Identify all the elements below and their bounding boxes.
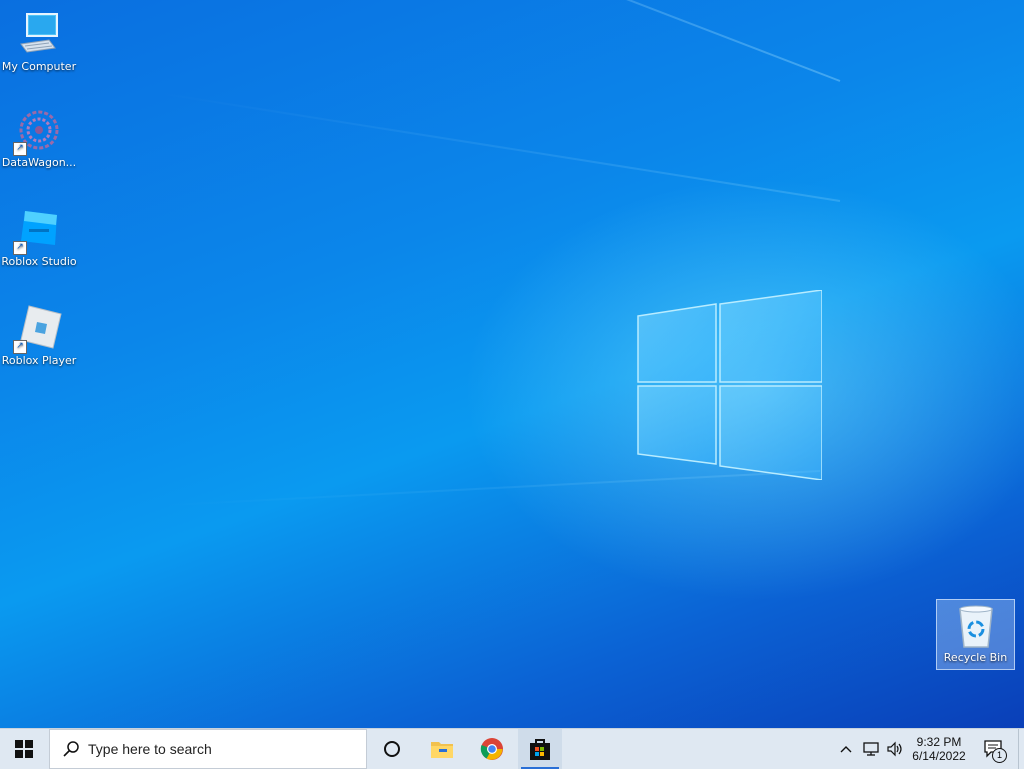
- clock-button[interactable]: 9:32 PM 6/14/2022: [908, 729, 970, 769]
- desktop: My Computer ↗ DataWagon... ↗ Roblox Stud…: [0, 0, 1024, 728]
- microsoft-store-button[interactable]: [518, 729, 562, 769]
- chrome-icon: [480, 738, 503, 760]
- cortana-circle-icon: [384, 741, 400, 757]
- action-center-button[interactable]: 1: [976, 729, 1010, 769]
- search-placeholder: Type here to search: [88, 741, 212, 757]
- show-hidden-icons-button[interactable]: [836, 729, 856, 769]
- desktop-icon-label: Roblox Studio: [1, 255, 77, 268]
- roblox-studio-icon: ↗: [13, 205, 63, 255]
- network-icon: [863, 742, 879, 756]
- file-explorer-button[interactable]: [418, 729, 466, 769]
- start-button[interactable]: [0, 729, 48, 769]
- cortana-button[interactable]: [368, 729, 416, 769]
- network-button[interactable]: [860, 729, 882, 769]
- taskbar: Type here to search 9:32 PM 6/14/2022 1: [0, 728, 1024, 769]
- folder-icon: [431, 742, 453, 758]
- chevron-up-icon: [840, 746, 852, 753]
- windows-start-icon: [15, 740, 33, 758]
- chrome-button[interactable]: [468, 729, 516, 769]
- shortcut-arrow-icon: ↗: [13, 241, 27, 255]
- shortcut-arrow-icon: ↗: [13, 340, 27, 354]
- datawagon-icon: ↗: [13, 106, 63, 156]
- wallpaper-beam: [158, 92, 841, 202]
- search-input[interactable]: Type here to search: [49, 729, 367, 769]
- roblox-player-icon: ↗: [13, 304, 63, 354]
- clock-date: 6/14/2022: [912, 749, 966, 763]
- notification-count-badge: 1: [992, 748, 1007, 763]
- show-desktop-button[interactable]: [1018, 729, 1024, 769]
- volume-button[interactable]: [884, 729, 906, 769]
- wallpaper-beam: [148, 0, 841, 82]
- desktop-icon-datawagon[interactable]: ↗ DataWagon...: [0, 106, 78, 170]
- store-bag-icon: [530, 739, 550, 760]
- desktop-icon-my-computer[interactable]: My Computer: [0, 10, 78, 74]
- computer-icon: [15, 10, 63, 58]
- desktop-icon-label: DataWagon...: [1, 156, 77, 169]
- desktop-icon-recycle-bin[interactable]: Recycle Bin: [936, 599, 1015, 670]
- search-icon: [63, 741, 79, 757]
- desktop-icon-roblox-studio[interactable]: ↗ Roblox Studio: [0, 205, 78, 269]
- clock-time: 9:32 PM: [916, 735, 962, 749]
- volume-icon: [887, 741, 902, 757]
- shortcut-arrow-icon: ↗: [13, 142, 27, 156]
- desktop-icon-label: Roblox Player: [1, 354, 77, 367]
- desktop-icon-label: My Computer: [1, 60, 77, 73]
- desktop-icon-roblox-player[interactable]: ↗ Roblox Player: [0, 304, 78, 368]
- wallpaper-windows-logo: [637, 290, 822, 480]
- desktop-icon-label: Recycle Bin: [943, 651, 1008, 664]
- recycle-bin-icon: [952, 603, 1000, 651]
